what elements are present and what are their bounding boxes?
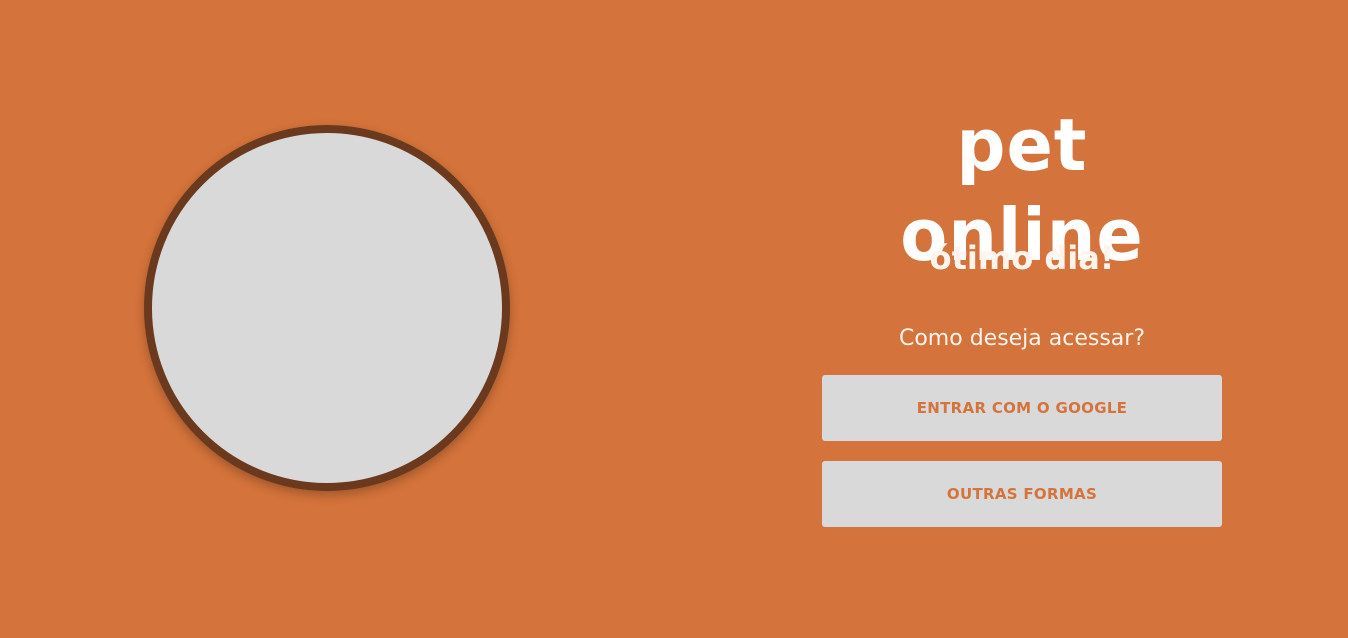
google-login-button[interactable]: ENTRAR COM O GOOGLE [822,375,1222,441]
avatar-placeholder-circle [144,125,510,491]
other-login-options-button[interactable]: OUTRAS FORMAS [822,461,1222,527]
greeting-text: ótimo dia! [929,239,1115,277]
login-panel: pet online ótimo dia! Como deseja acessa… [822,0,1222,638]
access-question: Como deseja acessar? [898,326,1146,351]
